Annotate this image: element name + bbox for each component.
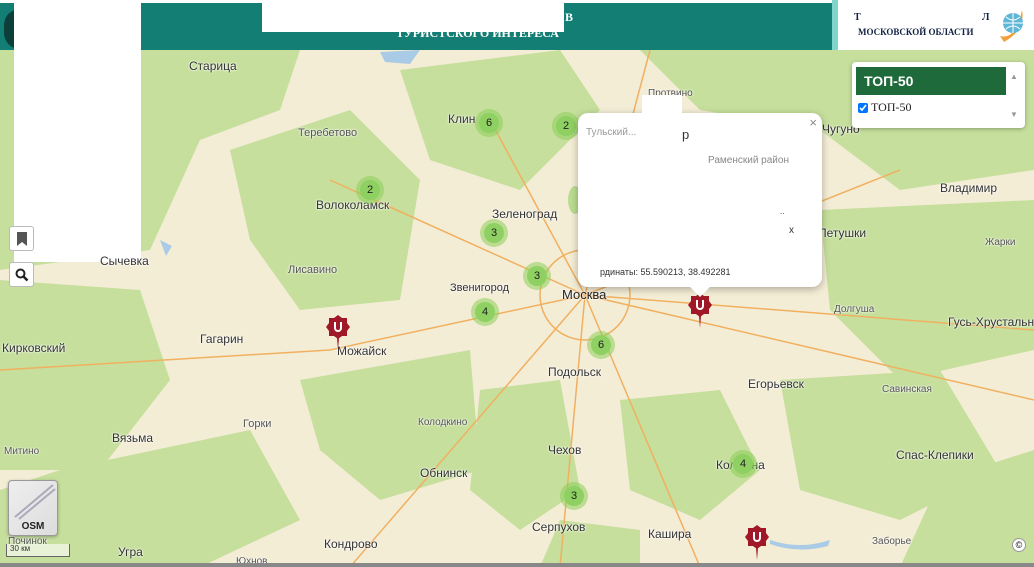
city-label: Зеленоград: [492, 207, 558, 221]
redacted-area: [14, 0, 141, 50]
city-label: Горки: [243, 418, 272, 430]
scale-bar: 30 км: [6, 544, 70, 557]
marker-cluster[interactable]: 4: [471, 298, 499, 326]
cluster-count: 6: [591, 335, 611, 355]
city-label: Егорьевск: [748, 377, 804, 391]
city-label: Чехов: [548, 443, 582, 457]
redacted-area: [642, 95, 682, 135]
marker-cluster[interactable]: 3: [480, 219, 508, 247]
marker-cluster[interactable]: 6: [587, 331, 615, 359]
region-logo-text: Л: [982, 12, 990, 23]
layer-checkbox[interactable]: [858, 102, 868, 113]
layers-title: ТОП-50: [856, 67, 1006, 95]
bookmark-button[interactable]: [9, 226, 34, 251]
city-label: Угра: [118, 545, 143, 559]
search-icon: [15, 268, 28, 281]
popup-title-fragment: р: [682, 127, 690, 142]
marker-cluster[interactable]: 2: [552, 112, 580, 140]
region-logo-subtitle: МОСКОВСКОЙ ОБЛАСТИ: [858, 27, 974, 37]
popup-district: Раменский район: [708, 155, 789, 166]
city-label: Митино: [4, 446, 40, 457]
city-label: Долгуша: [834, 304, 875, 315]
basemap-label: OSM: [21, 521, 45, 532]
city-label: Петушки: [818, 226, 867, 240]
marker-cluster[interactable]: 4: [729, 450, 757, 478]
header: В ТУРИСТСКОГО ИНТЕРЕСА Т Л МОСКОВСКОЙ ОБ…: [0, 0, 1034, 50]
cluster-count: 4: [733, 454, 753, 474]
popup-tip: [690, 287, 710, 297]
cluster-count: 2: [360, 180, 380, 200]
city-label: Гусь-Хрустальный: [948, 315, 1034, 329]
city-label: Серпухов: [532, 520, 586, 534]
globe-logo-icon: [1000, 10, 1023, 42]
popup-fragment: x: [789, 225, 794, 236]
basemap-switcher[interactable]: OSM: [8, 480, 58, 536]
city-label: Подольск: [548, 365, 601, 379]
city-label: Кирковский: [2, 341, 66, 355]
layers-panel: ТОП-50 ТОП-50 ▲ ▼: [852, 62, 1025, 128]
bookmark-icon: [16, 231, 27, 246]
city-label: Клин: [448, 112, 476, 126]
poi-marker-icon[interactable]: [744, 524, 770, 560]
map-thumbnail-icon: [14, 484, 56, 520]
poi-marker-icon[interactable]: [325, 314, 351, 350]
city-label: Сычевка: [100, 254, 149, 268]
cluster-count: 3: [484, 223, 504, 243]
marker-cluster[interactable]: 3: [523, 262, 551, 290]
city-label: Москва: [562, 287, 607, 302]
layer-item[interactable]: ТОП-50: [858, 100, 912, 115]
bottom-border: [0, 563, 1034, 567]
scroll-up-icon[interactable]: ▲: [1007, 72, 1021, 81]
cluster-count: 2: [556, 116, 576, 136]
marker-cluster[interactable]: 3: [560, 482, 588, 510]
header-title-fragment: В: [565, 10, 574, 24]
poi-marker-icon[interactable]: [687, 292, 713, 328]
info-popup: × Тульский... р Раменский район .. x рди…: [578, 95, 822, 297]
header-title-line2: ТУРИСТСКОГО ИНТЕРЕСА: [396, 26, 559, 40]
city-label: Звенигород: [450, 282, 510, 294]
city-label: Гагарин: [200, 332, 244, 346]
city-label: Спас-Клепики: [896, 448, 974, 462]
search-button[interactable]: [9, 262, 34, 287]
city-label: Кондрово: [324, 537, 378, 551]
popup-title-fragment: Тульский...: [586, 127, 637, 138]
city-label: Владимир: [940, 181, 998, 195]
marker-cluster[interactable]: 6: [475, 109, 503, 137]
popup-coordinates: рдинаты: 55.590213, 38.492281: [600, 267, 731, 277]
layer-label: ТОП-50: [871, 100, 912, 114]
cluster-count: 6: [479, 113, 499, 133]
city-label: Колодкино: [418, 417, 468, 428]
city-label: Жарки: [985, 237, 1016, 248]
cluster-count: 3: [564, 486, 584, 506]
city-label: Лисавино: [288, 264, 338, 276]
popup-close-button[interactable]: ×: [809, 115, 817, 130]
marker-cluster[interactable]: 2: [356, 176, 384, 204]
city-label: Кашира: [648, 527, 692, 541]
city-label: Заборье: [872, 536, 912, 547]
region-logo-text: Т: [854, 12, 861, 23]
cluster-count: 4: [475, 302, 495, 322]
attribution-button[interactable]: ©: [1012, 538, 1026, 552]
popup-fragment: ..: [780, 207, 785, 216]
city-label: Старица: [189, 59, 237, 73]
scroll-down-icon[interactable]: ▼: [1007, 110, 1021, 119]
city-label: Вязьма: [112, 431, 154, 445]
city-label: Теребетово: [298, 127, 358, 139]
cluster-count: 3: [527, 266, 547, 286]
city-label: Савинская: [882, 384, 932, 395]
city-label: Обнинск: [420, 466, 468, 480]
